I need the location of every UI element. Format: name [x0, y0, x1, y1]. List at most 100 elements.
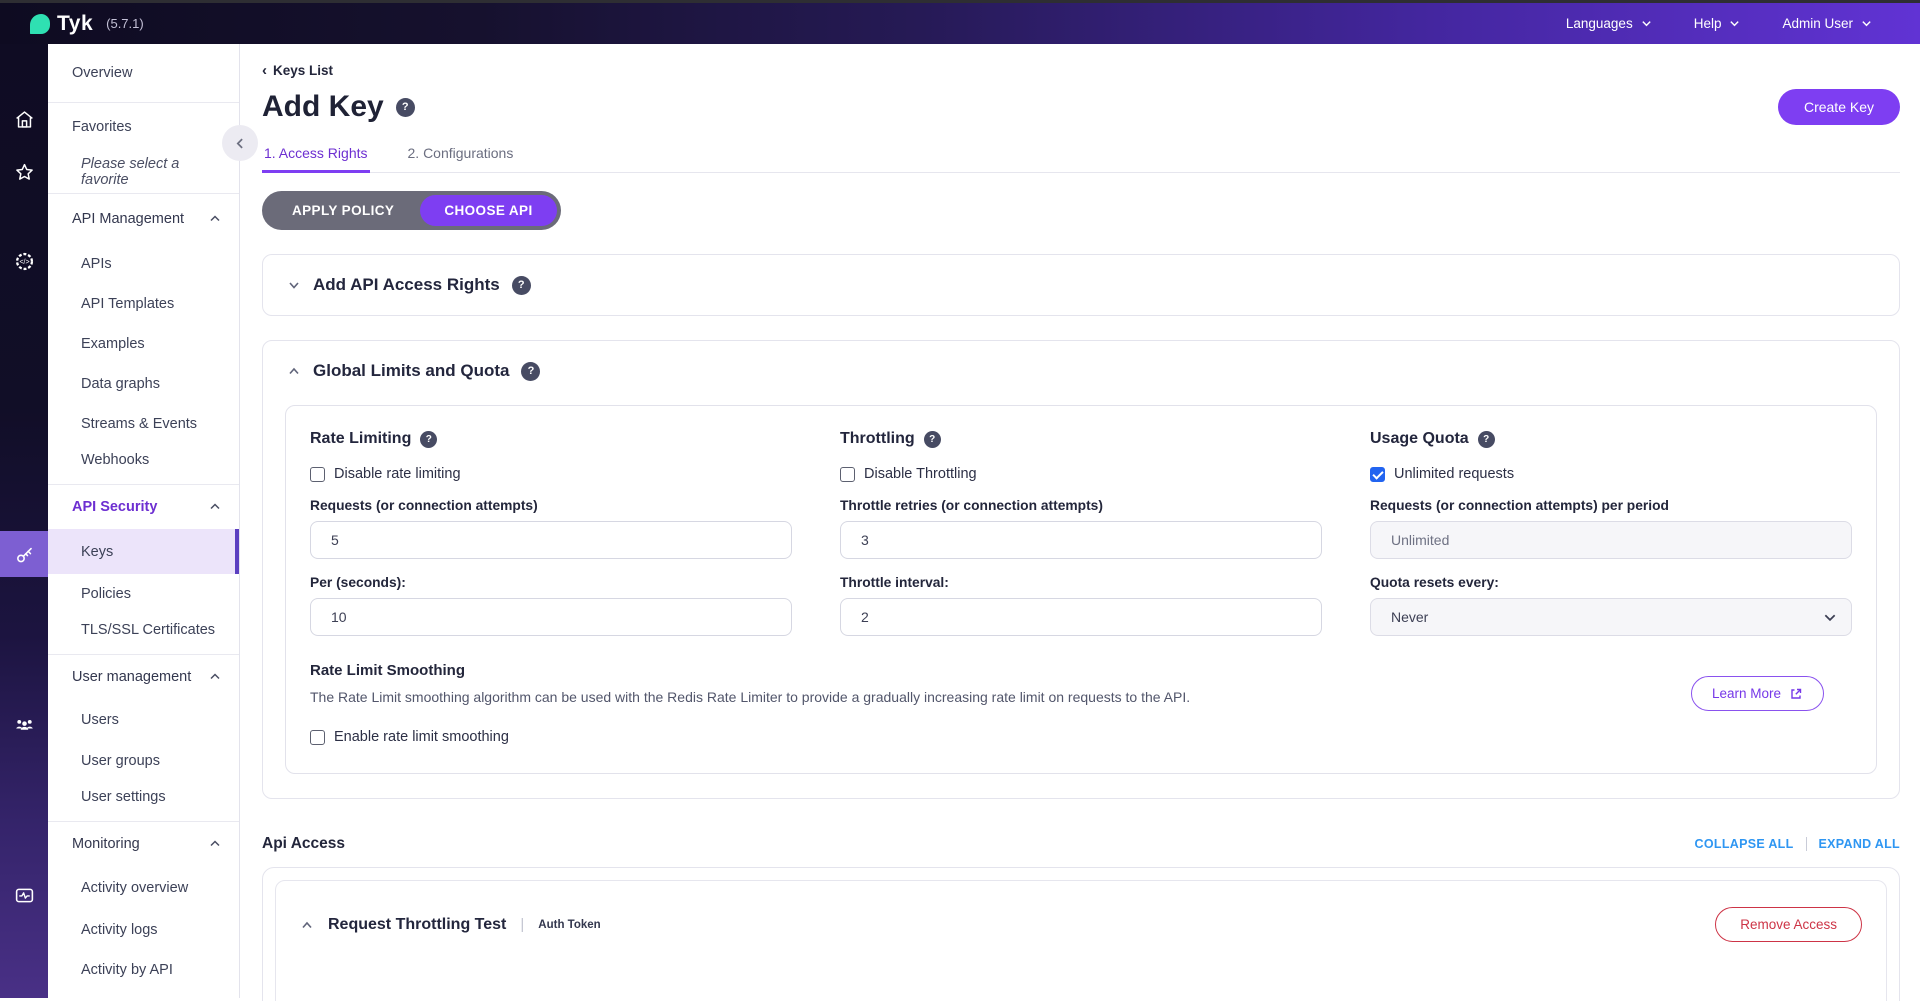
enable-smoothing-checkbox[interactable] [310, 730, 325, 745]
monitoring-icon[interactable] [0, 873, 48, 917]
sidebar-item-favorites[interactable]: Favorites [48, 103, 239, 151]
favorites-placeholder: Please select a favorite [48, 151, 239, 193]
help-icon[interactable]: ? [512, 276, 531, 295]
sidebar-section-api-management[interactable]: API Management [48, 194, 239, 244]
column-title: Throttling [840, 430, 915, 448]
learn-more-button[interactable]: Learn More [1691, 676, 1824, 711]
chevron-down-icon [1823, 610, 1837, 624]
quota-requests-label: Requests (or connection attempts) per pe… [1370, 498, 1852, 513]
usage-quota-column: Usage Quota ? Unlimited requests Request… [1370, 430, 1852, 636]
chevron-up-icon [209, 671, 221, 683]
quota-resets-select[interactable]: Never [1370, 598, 1852, 636]
sidebar-item-examples[interactable]: Examples [48, 324, 239, 364]
chevron-up-icon [209, 501, 221, 513]
per-seconds-input[interactable] [310, 598, 792, 636]
help-icon[interactable]: ? [396, 98, 415, 117]
create-key-button[interactable]: Create Key [1778, 89, 1900, 125]
version-label: (5.7.1) [106, 16, 144, 31]
throttle-retries-input[interactable] [840, 521, 1322, 559]
sidebar-item-overview[interactable]: Overview [48, 44, 239, 102]
user-management-icon[interactable] [0, 702, 48, 746]
languages-menu[interactable]: Languages [1566, 16, 1652, 31]
breadcrumb[interactable]: ‹ Keys List [262, 62, 1900, 79]
api-name: Request Throttling Test [328, 916, 506, 934]
sidebar-item-streams-events[interactable]: Streams & Events [48, 404, 239, 444]
sidebar-item-api-templates[interactable]: API Templates [48, 284, 239, 324]
tab-access-rights[interactable]: 1. Access Rights [262, 139, 370, 173]
chevron-up-icon[interactable] [300, 918, 314, 932]
sidebar-item-activity-logs[interactable]: Activity logs [48, 910, 239, 950]
sidebar-item-label: TLS/SSL Certificates [81, 622, 215, 638]
sidebar-collapse-button[interactable] [222, 125, 258, 161]
sidebar-item-activity-overview[interactable]: Activity overview [48, 866, 239, 910]
requests-input[interactable] [310, 521, 792, 559]
api-management-icon[interactable]: </> [0, 239, 48, 283]
disable-throttling-checkbox[interactable] [840, 467, 855, 482]
quota-resets-label: Quota resets every: [1370, 575, 1852, 590]
sidebar-item-activity-by-api[interactable]: Activity by API [48, 950, 239, 990]
tab-configurations[interactable]: 2. Configurations [406, 139, 516, 172]
add-api-access-rights-header[interactable]: Add API Access Rights ? [263, 255, 1899, 315]
sidebar-item-webhooks[interactable]: Webhooks [48, 444, 239, 484]
help-icon[interactable]: ? [521, 362, 540, 381]
link-separator [1806, 837, 1807, 851]
sidebar-item-policies[interactable]: Policies [48, 574, 239, 614]
sidebar-section-user-management[interactable]: User management [48, 655, 239, 699]
disable-throttling-row[interactable]: Disable Throttling [840, 466, 1322, 482]
sidebar-item-label: Keys [81, 544, 113, 560]
expand-all-link[interactable]: EXPAND ALL [1819, 837, 1900, 851]
home-icon[interactable] [0, 97, 48, 141]
chevron-up-icon [209, 213, 221, 225]
help-icon[interactable]: ? [924, 431, 941, 448]
api-access-title: Api Access [262, 835, 345, 853]
sidebar-item-users[interactable]: Users [48, 699, 239, 741]
throttle-interval-input[interactable] [840, 598, 1322, 636]
logo-text: Tyk [57, 12, 93, 36]
sidebar-item-data-graphs[interactable]: Data graphs [48, 364, 239, 404]
sidebar-item-tls-ssl-certificates[interactable]: TLS/SSL Certificates [48, 614, 239, 654]
per-seconds-label: Per (seconds): [310, 575, 792, 590]
help-menu[interactable]: Help [1694, 16, 1741, 31]
global-limits-header[interactable]: Global Limits and Quota ? [263, 341, 1899, 401]
section-label: API Management [72, 211, 184, 227]
sidebar-section-api-security[interactable]: API Security [48, 485, 239, 529]
apply-policy-option[interactable]: APPLY POLICY [266, 203, 420, 218]
sidebar-item-user-groups[interactable]: User groups [48, 741, 239, 781]
remove-access-button[interactable]: Remove Access [1715, 907, 1862, 942]
help-icon[interactable]: ? [420, 431, 437, 448]
disable-rate-limiting-checkbox[interactable] [310, 467, 325, 482]
sidebar-item-label: Policies [81, 586, 131, 602]
api-access-entry: Request Throttling Test | Auth Token Rem… [275, 880, 1887, 1001]
sidebar-item-label: Activity by API [81, 962, 173, 978]
chevron-down-icon [1861, 18, 1872, 29]
checkbox-label: Enable rate limit smoothing [334, 729, 509, 745]
policy-api-toggle[interactable]: APPLY POLICY CHOOSE API [262, 191, 561, 230]
quota-requests-input[interactable] [1370, 521, 1852, 559]
user-menu[interactable]: Admin User [1782, 16, 1872, 31]
unlimited-requests-row[interactable]: Unlimited requests [1370, 466, 1852, 482]
choose-api-option[interactable]: CHOOSE API [420, 195, 556, 226]
sidebar-item-keys[interactable]: Keys [48, 529, 239, 574]
user-label: Admin User [1782, 16, 1853, 31]
learn-more-label: Learn More [1712, 686, 1781, 701]
sidebar-item-apis[interactable]: APIs [48, 244, 239, 284]
breadcrumb-label: Keys List [273, 63, 333, 78]
sidebar-item-user-settings[interactable]: User settings [48, 781, 239, 821]
star-icon[interactable] [0, 150, 48, 194]
select-value: Never [1391, 609, 1428, 625]
sidebar-item-label: Streams & Events [81, 416, 197, 432]
enable-smoothing-row[interactable]: Enable rate limit smoothing [310, 729, 1691, 745]
disable-rate-limiting-row[interactable]: Disable rate limiting [310, 466, 792, 482]
sidebar-section-monitoring[interactable]: Monitoring [48, 822, 239, 866]
tab-bar: 1. Access Rights 2. Configurations [262, 139, 1900, 173]
unlimited-requests-checkbox[interactable] [1370, 467, 1385, 482]
icon-rail: </> [0, 44, 48, 998]
external-link-icon [1789, 687, 1803, 701]
api-security-key-icon[interactable] [0, 531, 48, 577]
chevron-down-icon [1641, 18, 1652, 29]
global-limits-card: Global Limits and Quota ? Rate Limiting … [262, 340, 1900, 799]
sidebar-item-label: Favorites [72, 119, 132, 135]
collapse-all-link[interactable]: COLLAPSE ALL [1695, 837, 1794, 851]
tyk-logo[interactable]: Tyk (5.7.1) [0, 12, 144, 36]
help-icon[interactable]: ? [1478, 431, 1495, 448]
